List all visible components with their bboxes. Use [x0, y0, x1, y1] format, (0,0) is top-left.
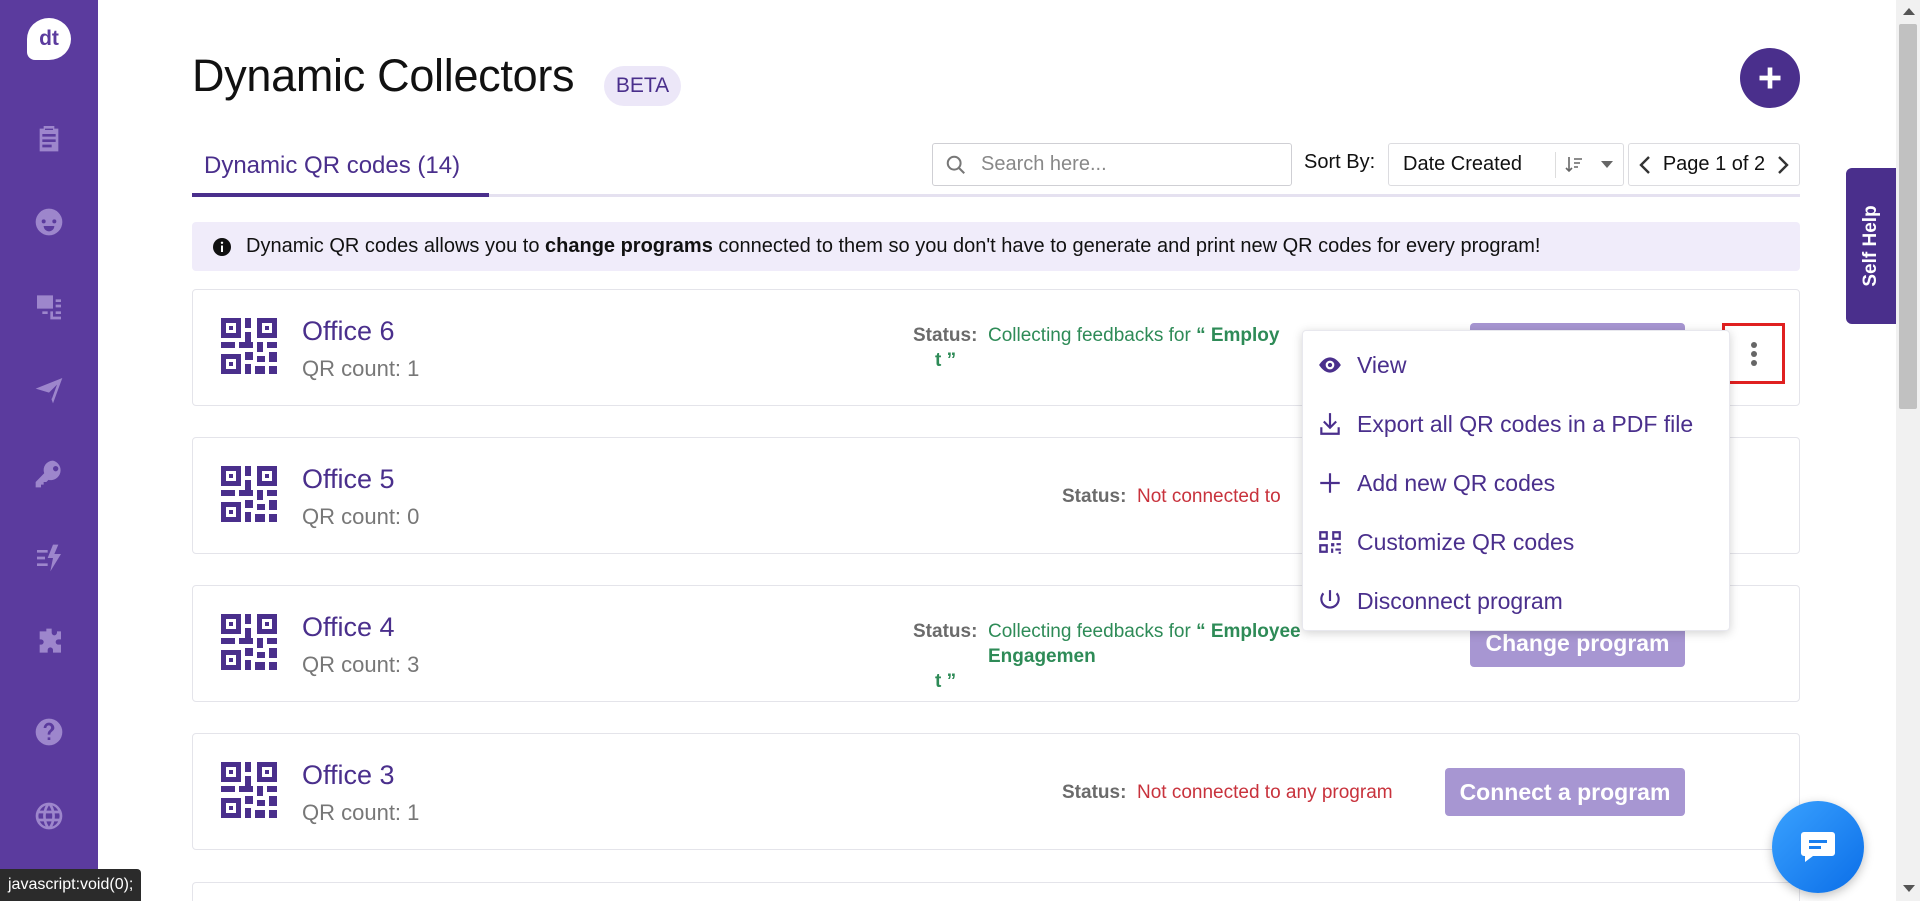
menu-item-label: Export all QR codes in a PDF file [1357, 410, 1694, 437]
collector-card-office-3: Office 3 QR count: 1 Status: Not connect… [192, 733, 1800, 850]
info-banner: Dynamic QR codes allows you to change pr… [192, 222, 1800, 271]
self-help-tab[interactable]: Self Help [1846, 168, 1896, 324]
app-logo[interactable]: dt [27, 18, 71, 60]
chevron-right-icon [1778, 155, 1789, 174]
sort-label: Sort By: [1304, 151, 1376, 173]
collector-name[interactable]: Office 4 [302, 612, 395, 643]
sort-divider [1555, 152, 1556, 178]
menu-item-view[interactable]: View [1317, 343, 1717, 387]
nav-key-icon[interactable] [29, 454, 69, 494]
menu-item-export-pdf[interactable]: Export all QR codes in a PDF file [1317, 402, 1717, 446]
status-label: Status: [1062, 486, 1127, 507]
chevron-left-icon [1639, 155, 1650, 174]
status-message: Collecting feedbacks for [988, 621, 1191, 642]
add-collector-button[interactable] [1740, 48, 1800, 108]
tab-label: Dynamic QR codes (14) [204, 152, 461, 179]
search-box [932, 143, 1292, 186]
program-name-line2: t ” [935, 350, 957, 371]
collector-name[interactable]: Office 3 [302, 760, 395, 791]
collector-name[interactable]: Office 6 [302, 316, 395, 347]
options-dropdown-menu: View Export all QR codes in a PDF file A… [1302, 330, 1730, 631]
beta-badge: BETA [604, 66, 681, 106]
menu-item-disconnect[interactable]: Disconnect program [1317, 579, 1717, 623]
nav-integrations-icon[interactable] [29, 622, 69, 662]
self-help-label: Self Help [1860, 205, 1881, 287]
nav-feedback-icon[interactable] [29, 202, 69, 242]
chevron-down-icon [1601, 161, 1613, 168]
sort-value: Date Created [1403, 153, 1522, 175]
status-label: Status: [1062, 782, 1127, 803]
qr-code-icon [1319, 531, 1341, 554]
chat-icon [1801, 832, 1835, 862]
status-bar-text: javascript:void(0); [8, 876, 134, 893]
sidebar: dt [0, 0, 98, 901]
info-text-prefix: Dynamic QR codes allows you to [246, 235, 540, 257]
qr-code-icon [221, 318, 277, 374]
search-input[interactable] [981, 153, 1271, 176]
eye-icon [1319, 357, 1341, 373]
qr-count: QR count: 1 [302, 356, 420, 381]
menu-item-label: View [1357, 351, 1407, 378]
nav-surveys-icon[interactable] [29, 118, 69, 158]
qr-count: QR count: 1 [302, 800, 420, 825]
qr-count: QR count: 0 [302, 504, 420, 529]
info-icon [213, 237, 231, 256]
menu-item-label: Disconnect program [1357, 587, 1563, 614]
plus-icon [1320, 473, 1340, 493]
status-text: Not connected to any program [1137, 782, 1393, 803]
menu-item-label: Add new QR codes [1357, 469, 1556, 496]
scroll-up-arrow-icon[interactable] [1903, 8, 1915, 15]
scrollbar-thumb[interactable] [1899, 24, 1917, 409]
status-label: Status: [913, 325, 978, 346]
browser-status-bar: javascript:void(0); [0, 869, 142, 901]
qr-code-icon [221, 762, 277, 818]
status-message: Collecting feedbacks for [988, 325, 1191, 346]
menu-item-label: Customize QR codes [1357, 528, 1575, 555]
power-icon [1320, 590, 1340, 609]
qr-code-icon [221, 466, 277, 522]
chat-support-button[interactable] [1772, 801, 1864, 893]
info-text-bold: change programs [545, 235, 713, 257]
plus-icon [1759, 67, 1781, 89]
download-icon [1320, 413, 1340, 435]
program-name-line1: “ Employ [1196, 325, 1280, 346]
logo-text: dt [39, 27, 59, 50]
nav-distribute-icon[interactable] [29, 370, 69, 410]
search-icon [946, 155, 965, 174]
status-label: Status: [913, 621, 978, 642]
nav-help-icon[interactable] [29, 712, 69, 752]
sort-order-icon[interactable] [1564, 155, 1584, 175]
next-page-button[interactable] [1775, 155, 1791, 175]
scroll-down-arrow-icon[interactable] [1903, 885, 1915, 892]
program-name-line2: t ” [935, 671, 957, 692]
menu-item-add-qr[interactable]: Add new QR codes [1317, 461, 1717, 505]
page-title: Dynamic Collectors [192, 50, 575, 101]
sort-select[interactable]: Date Created [1388, 143, 1624, 186]
nav-collectors-icon[interactable] [29, 286, 69, 326]
connect-program-button[interactable]: Connect a program [1445, 768, 1685, 816]
tab-dynamic-qr-codes[interactable]: Dynamic QR codes (14) [192, 148, 489, 197]
collector-name[interactable]: Office 5 [302, 464, 395, 495]
page-indicator: Page 1 of 2 [1662, 153, 1766, 175]
nav-automation-icon[interactable] [29, 538, 69, 578]
info-text-suffix: connected to them so you don't have to g… [718, 235, 1541, 257]
nav-globe-icon[interactable] [29, 796, 69, 836]
kebab-menu-icon [1750, 341, 1757, 366]
qr-count: QR count: 3 [302, 652, 420, 677]
prev-page-button[interactable] [1637, 155, 1653, 175]
menu-item-customize-qr[interactable]: Customize QR codes [1317, 520, 1717, 564]
status-text: Not connected to [1137, 486, 1281, 507]
qr-code-icon [221, 614, 277, 670]
collector-card-partial [192, 882, 1800, 901]
pagination: Page 1 of 2 [1628, 143, 1800, 186]
more-options-button-active[interactable] [1722, 323, 1785, 384]
